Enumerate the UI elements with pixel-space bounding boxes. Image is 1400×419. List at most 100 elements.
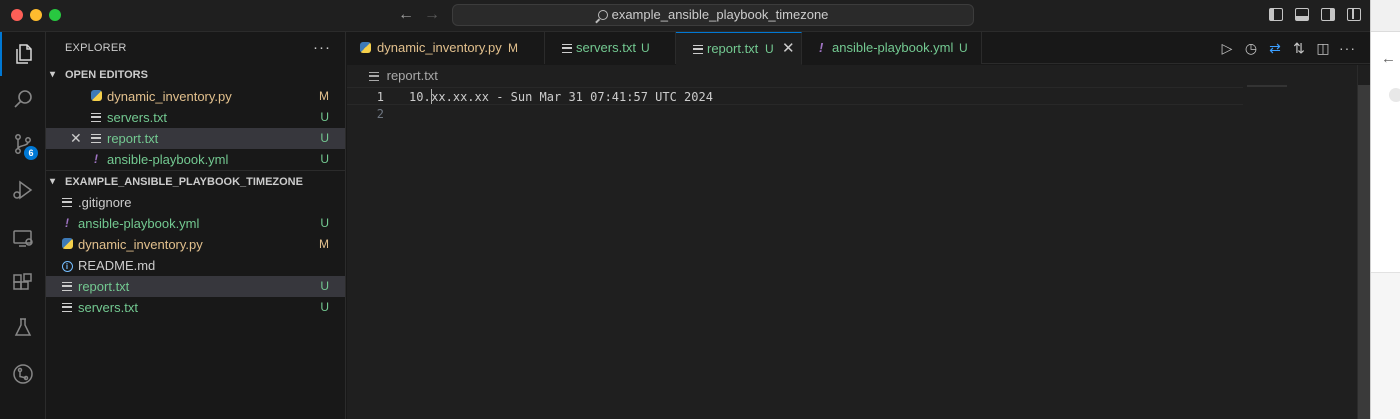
code-line[interactable]: 2 bbox=[347, 105, 1357, 123]
tab-servers[interactable]: servers.txt U bbox=[545, 32, 676, 64]
code-line[interactable]: 1 10.xx.xx.xx - Sun Mar 31 07:41:57 UTC … bbox=[347, 87, 1243, 105]
file-tree-item[interactable]: i README.md bbox=[46, 255, 345, 276]
activity-bar: 6 bbox=[0, 32, 46, 419]
chevron-down-icon: ▾ bbox=[50, 176, 56, 187]
testing-icon[interactable] bbox=[0, 306, 46, 350]
open-editor-label: dynamic_inventory.py bbox=[107, 89, 232, 104]
git-status-badge: U bbox=[959, 41, 968, 55]
file-tree-item[interactable]: ! ansible-playbook.yml U bbox=[46, 213, 345, 234]
minimize-window-button[interactable] bbox=[30, 9, 42, 21]
git-status-badge: U bbox=[320, 216, 329, 230]
explorer-header: EXPLORER ··· bbox=[46, 32, 345, 64]
maximize-window-button[interactable] bbox=[49, 9, 61, 21]
git-status-badge: U bbox=[765, 42, 774, 56]
avatar bbox=[1389, 88, 1400, 102]
python-file-icon bbox=[360, 32, 371, 64]
split-editor-icon[interactable]: ◫ bbox=[1315, 40, 1331, 56]
file-tree-item[interactable]: report.txt U bbox=[46, 276, 345, 297]
open-editors-header[interactable]: ▾ OPEN EDITORS bbox=[46, 64, 345, 86]
git-status-badge: U bbox=[320, 152, 329, 166]
tab-ansible-playbook[interactable]: ! ansible-playbook.yml U bbox=[802, 32, 982, 64]
title-bar: ← → example_ansible_playbook_timezone bbox=[0, 0, 1400, 32]
close-window-button[interactable] bbox=[11, 9, 23, 21]
open-editor-item[interactable]: servers.txt U bbox=[46, 107, 345, 128]
tab-label: ansible-playbook.yml bbox=[832, 40, 954, 55]
chevron-down-icon: ▾ bbox=[50, 69, 56, 80]
git-status-badge: U bbox=[320, 300, 329, 314]
explorer-sidebar: EXPLORER ··· ▾ OPEN EDITORS dynamic_inve… bbox=[46, 32, 346, 419]
tab-report[interactable]: report.txt U ✕ bbox=[676, 32, 802, 65]
open-editor-item[interactable]: ✕ report.txt U bbox=[46, 128, 345, 149]
timeline-icon[interactable]: ◷ bbox=[1243, 40, 1259, 56]
customize-layout-icon[interactable] bbox=[1347, 8, 1361, 21]
browser-window-edge: ← bbox=[1370, 0, 1400, 419]
open-changes-icon[interactable]: ⇅ bbox=[1291, 40, 1307, 56]
remote-explorer-icon[interactable] bbox=[0, 216, 46, 260]
file-label: dynamic_inventory.py bbox=[78, 237, 203, 252]
editor-area[interactable]: report.txt 1 10.xx.xx.xx - Sun Mar 31 07… bbox=[347, 65, 1357, 419]
file-label: .gitignore bbox=[78, 195, 132, 210]
line-number: 2 bbox=[376, 107, 384, 121]
command-center-search[interactable]: example_ansible_playbook_timezone bbox=[452, 4, 974, 26]
python-file-icon bbox=[89, 86, 103, 107]
text-file-icon bbox=[693, 33, 703, 65]
arrow-left-icon[interactable]: ← bbox=[1381, 50, 1396, 67]
python-file-icon bbox=[60, 234, 74, 255]
yaml-file-icon: ! bbox=[94, 152, 98, 166]
folder-header[interactable]: ▾ EXAMPLE_ANSIBLE_PLAYBOOK_TIMEZONE bbox=[46, 170, 345, 192]
git-status-badge: U bbox=[641, 41, 650, 55]
file-tree-item[interactable]: servers.txt U bbox=[46, 297, 345, 318]
git-status-badge: U bbox=[320, 279, 329, 293]
text-file-icon bbox=[60, 276, 74, 297]
git-status-badge: U bbox=[320, 131, 329, 145]
sync-changes-icon[interactable]: ⇄ bbox=[1267, 40, 1283, 56]
toggle-secondary-sidebar-icon[interactable] bbox=[1321, 8, 1335, 21]
run-icon[interactable]: ▷ bbox=[1219, 40, 1235, 56]
explorer-icon[interactable] bbox=[0, 32, 46, 76]
close-tab-icon[interactable]: ✕ bbox=[782, 33, 795, 65]
line-content: 10.xx.xx.xx - Sun Mar 31 07:41:57 UTC 20… bbox=[409, 89, 713, 104]
breadcrumb-file: report.txt bbox=[386, 68, 438, 83]
editor-actions: ▷ ◷ ⇄ ⇅ ◫ ··· bbox=[1200, 32, 1370, 64]
file-label: README.md bbox=[78, 258, 156, 273]
git-graph-icon[interactable] bbox=[0, 352, 46, 396]
close-editor-icon[interactable]: ✕ bbox=[70, 128, 82, 149]
file-label: ansible-playbook.yml bbox=[78, 216, 200, 231]
tab-label: servers.txt bbox=[576, 40, 636, 55]
git-status-badge: M bbox=[319, 237, 329, 251]
more-actions-icon[interactable]: ··· bbox=[313, 32, 331, 64]
text-file-icon bbox=[60, 297, 74, 318]
file-label: servers.txt bbox=[78, 300, 138, 315]
more-actions-icon[interactable]: ··· bbox=[1339, 40, 1355, 56]
run-debug-icon[interactable] bbox=[0, 168, 46, 212]
arrow-right-icon[interactable]: → bbox=[424, 6, 440, 24]
extensions-icon[interactable] bbox=[0, 261, 46, 305]
search-icon[interactable] bbox=[0, 77, 46, 121]
yaml-file-icon: ! bbox=[819, 40, 824, 55]
vertical-scrollbar[interactable] bbox=[1357, 65, 1370, 419]
toggle-panel-icon[interactable] bbox=[1295, 8, 1309, 21]
open-editor-item[interactable]: dynamic_inventory.py M bbox=[46, 86, 345, 107]
open-editor-label: ansible-playbook.yml bbox=[107, 152, 229, 167]
scrollbar-thumb[interactable] bbox=[1358, 85, 1370, 419]
source-control-icon[interactable]: 6 bbox=[0, 122, 46, 166]
file-tree-item[interactable]: dynamic_inventory.py M bbox=[46, 234, 345, 255]
arrow-left-icon[interactable]: ← bbox=[398, 6, 414, 24]
explorer-title: EXPLORER bbox=[65, 42, 127, 54]
text-file-icon bbox=[89, 128, 103, 149]
breadcrumb[interactable]: report.txt bbox=[347, 65, 1357, 87]
file-tree-item[interactable]: .gitignore bbox=[46, 192, 345, 213]
folder-title: EXAMPLE_ANSIBLE_PLAYBOOK_TIMEZONE bbox=[65, 176, 303, 188]
toggle-primary-sidebar-icon[interactable] bbox=[1269, 8, 1283, 21]
text-file-icon bbox=[60, 192, 74, 213]
tab-dynamic-inventory[interactable]: dynamic_inventory.py M bbox=[347, 32, 545, 64]
browser-toolbar bbox=[1371, 0, 1400, 32]
browser-footer bbox=[1371, 272, 1400, 419]
git-status-badge: M bbox=[508, 41, 518, 55]
editor-tabs: dynamic_inventory.py M servers.txt U rep… bbox=[347, 32, 1370, 65]
text-file-icon bbox=[369, 72, 379, 81]
minimap[interactable] bbox=[1247, 85, 1287, 87]
open-editor-item[interactable]: ! ansible-playbook.yml U bbox=[46, 149, 345, 170]
file-label: report.txt bbox=[78, 279, 130, 294]
info-icon: i bbox=[60, 255, 74, 276]
